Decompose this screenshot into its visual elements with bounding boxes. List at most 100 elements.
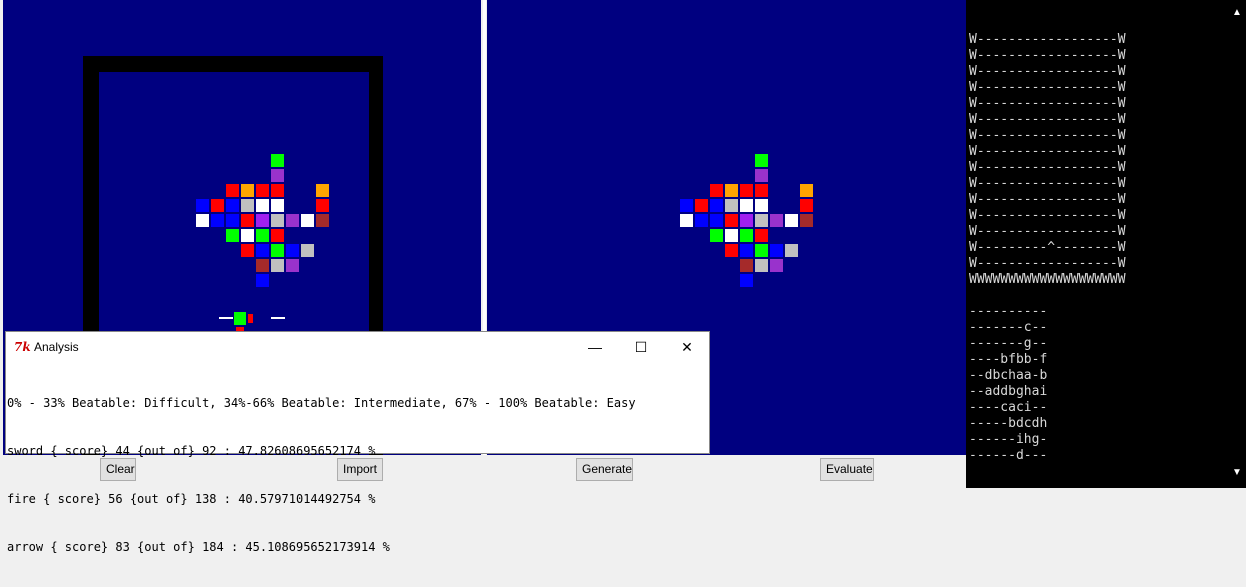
console-line: W---------^--------W [969,240,1126,255]
block-cell [769,213,784,228]
scroll-up-arrow-icon[interactable]: ▲ [1228,6,1246,20]
block-cell [315,198,330,213]
analysis-dialog[interactable]: 7k Analysis — ☐ ✕ 0% - 33% Beatable: Dif… [5,331,710,554]
block-cell [709,228,724,243]
block-cell [754,168,769,183]
block-cell [754,228,769,243]
block-cell [784,213,799,228]
arrow-score-line: arrow { score} 83 {out of} 184 : 45.1086… [7,540,390,554]
dialog-titlebar[interactable]: 7k Analysis — ☐ ✕ [6,332,709,362]
console-line: W------------------W [969,192,1126,207]
block-cell [270,213,285,228]
block-cell [240,198,255,213]
block-cell [285,243,300,258]
block-cell [225,183,240,198]
block-cell [739,243,754,258]
block-cell [315,183,330,198]
block-cell [724,243,739,258]
console-line: W------------------W [969,224,1126,239]
block-cell [754,198,769,213]
console-line: ----bfbb-f [969,352,1048,367]
block-cell [255,213,270,228]
block-cell [784,243,799,258]
block-cell [724,183,739,198]
block-cell [240,183,255,198]
block-cell [799,183,814,198]
block-cell [754,213,769,228]
block-cell [769,258,784,273]
console-line: -------c-- [969,320,1048,335]
block-cell [709,198,724,213]
block-cell [754,183,769,198]
block-cell [240,243,255,258]
block-cell [240,228,255,243]
block-cell [739,273,754,288]
block-cell [225,213,240,228]
block-cell [739,228,754,243]
maximize-icon[interactable]: ☐ [618,332,664,362]
console-scrollbar[interactable]: ▲ ▼ [1228,0,1246,488]
console-line: WWWWWWWWWWWWWWWWWWWW [969,272,1126,287]
block-cell [195,213,210,228]
console-output[interactable]: W------------------W W------------------W… [966,0,1228,488]
block-cell [270,243,285,258]
console-line: ------d--- [969,448,1048,463]
scroll-down-arrow-icon[interactable]: ▼ [1228,466,1246,480]
block-cell [270,168,285,183]
block-cell [225,198,240,213]
block-cell [255,258,270,273]
player-marker-left [219,317,233,319]
block-cell [285,258,300,273]
close-icon[interactable]: ✕ [664,332,710,362]
player-attack [247,313,254,324]
block-cell [270,258,285,273]
block-cell [270,198,285,213]
block-cell [739,213,754,228]
block-cell [210,198,225,213]
block-cell [754,243,769,258]
console-line: W------------------W [969,48,1126,63]
block-cell [255,228,270,243]
block-cell [240,213,255,228]
block-cell [210,213,225,228]
console-line: -------g-- [969,336,1048,351]
block-cell [315,213,330,228]
console-line: W------------------W [969,176,1126,191]
console-line: ---------- [969,304,1048,319]
console-line: ------ihg- [969,432,1048,447]
player-sprite [233,311,247,326]
fire-score-line: fire { score} 56 {out of} 138 : 40.57971… [7,492,376,506]
player-marker-right [271,317,285,319]
block-cell [799,198,814,213]
block-cell [270,153,285,168]
block-cell [754,153,769,168]
block-cell [255,243,270,258]
console-line: --addbghai [969,384,1048,399]
block-cell [724,198,739,213]
block-cell [300,213,315,228]
console-line: W------------------W [969,32,1126,47]
console-line: ----caci-- [969,400,1048,415]
block-cell [739,258,754,273]
block-cell [679,198,694,213]
tk-feather-icon: 7k [14,340,31,354]
block-cell [255,183,270,198]
block-cell [724,228,739,243]
block-cell [754,258,769,273]
console-line: W------------------W [969,64,1126,79]
evaluate-button[interactable]: Evaluate [820,458,874,481]
block-cell [769,243,784,258]
block-cell [709,183,724,198]
block-cell [739,198,754,213]
block-cell [300,243,315,258]
block-cell [724,213,739,228]
minimize-icon[interactable]: — [572,332,618,362]
console-line: W------------------W [969,96,1126,111]
console-line: W------------------W [969,128,1126,143]
block-cell [225,228,240,243]
block-cell [694,213,709,228]
block-cell [739,183,754,198]
analysis-text: 0% - 33% Beatable: Difficult, 34%-66% Be… [6,363,710,554]
console-line: W------------------W [969,256,1126,271]
